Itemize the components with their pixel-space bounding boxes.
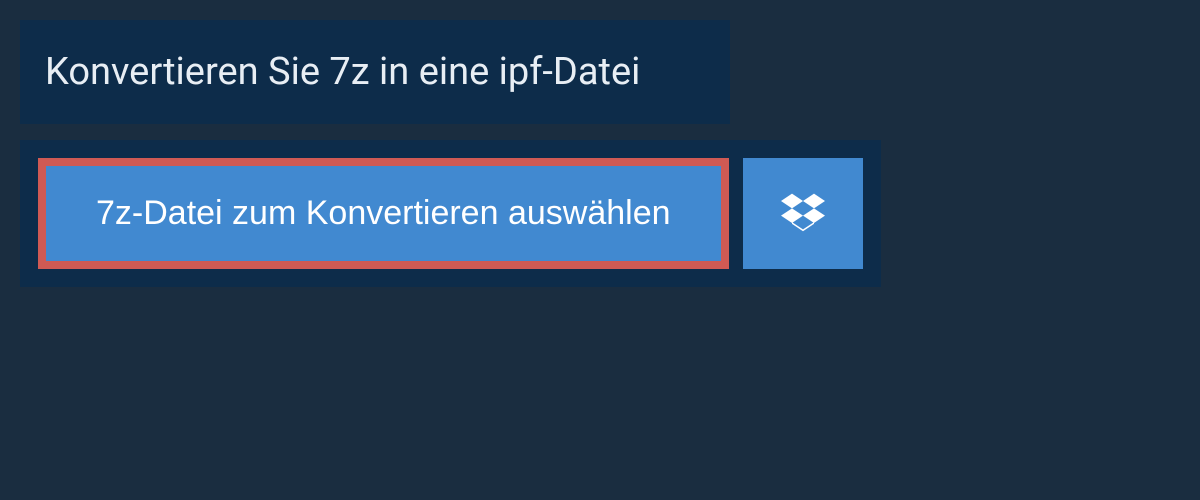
title-bar: Konvertieren Sie 7z in eine ipf-Datei	[20, 20, 730, 124]
page-title: Konvertieren Sie 7z in eine ipf-Datei	[45, 50, 640, 94]
select-file-button[interactable]: 7z-Datei zum Konvertieren auswählen	[38, 158, 729, 269]
select-file-label: 7z-Datei zum Konvertieren auswählen	[96, 194, 671, 233]
button-panel: 7z-Datei zum Konvertieren auswählen	[20, 140, 881, 287]
dropbox-button[interactable]	[743, 158, 863, 269]
converter-panel: Konvertieren Sie 7z in eine ipf-Datei 7z…	[0, 0, 1200, 500]
dropbox-icon	[781, 190, 825, 237]
